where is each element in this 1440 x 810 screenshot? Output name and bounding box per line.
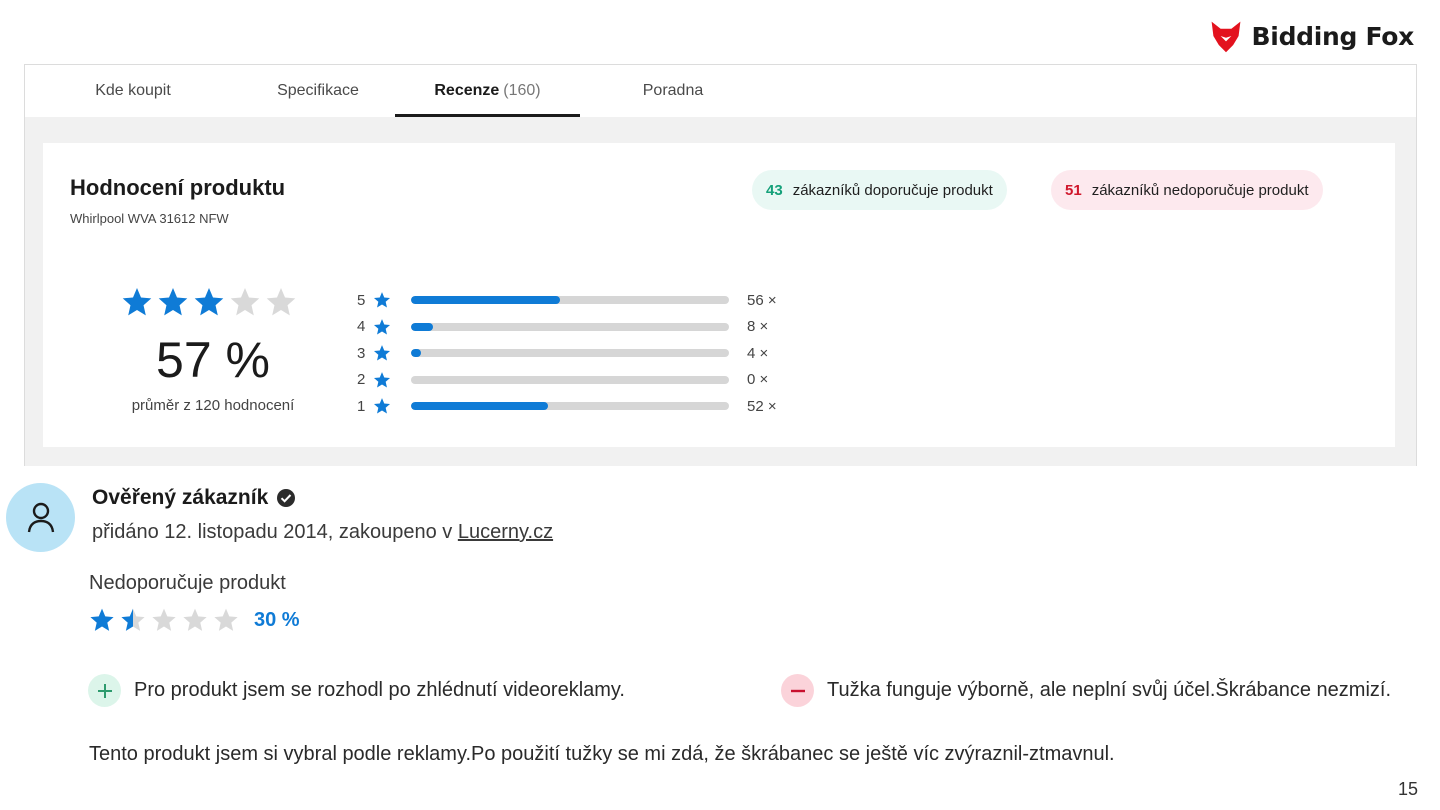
review-pro: Pro produkt jsem se rozhodl po zhlédnutí… <box>88 674 625 707</box>
rating-row-1[interactable]: 1 52 × <box>357 393 777 420</box>
star-filled-icon <box>90 608 114 631</box>
tab-recenze[interactable]: Recenze (160) <box>395 65 580 117</box>
tab-label: Kde koupit <box>95 82 171 99</box>
rating-bar-fill <box>411 349 421 358</box>
rating-bar-track <box>411 375 729 384</box>
star-icon <box>373 292 391 308</box>
review-percent: 30 % <box>254 608 300 631</box>
review-stars <box>89 607 239 633</box>
star-half-icon <box>121 608 145 631</box>
rating-distribution: 5 56 × 4 8 × 3 4 × 2 0 × 1 52 × <box>357 287 777 420</box>
pro-text: Pro produkt jsem se rozhodl po zhlédnutí… <box>134 679 625 701</box>
star-empty-icon <box>183 608 207 631</box>
con-text: Tužka funguje výborně, ale neplní svůj ú… <box>827 679 1392 701</box>
star-icon <box>373 398 391 414</box>
review-body: Tento produkt jsem si vybral podle rekla… <box>89 743 1115 765</box>
rating-row-4[interactable]: 4 8 × <box>357 314 777 341</box>
tab-poradna[interactable]: Poradna <box>580 65 766 117</box>
tab-label: Specifikace <box>277 82 359 99</box>
rating-row-count: 52 × <box>747 397 777 415</box>
rating-bar-fill <box>411 296 561 305</box>
shop-link[interactable]: Lucerny.cz <box>458 521 553 543</box>
star-filled-icon <box>122 288 152 316</box>
overall-percent: 57 % <box>156 332 270 388</box>
product-name: Whirlpool WVA 31612 NFW <box>70 211 229 226</box>
review-author: Ověřený zákazník <box>92 486 296 510</box>
rating-row-count: 56 × <box>747 291 777 309</box>
star-empty-icon <box>266 288 296 316</box>
rating-row-count: 0 × <box>747 371 769 389</box>
rating-row-2[interactable]: 2 0 × <box>357 367 777 394</box>
rating-card: Hodnocení produktu Whirlpool WVA 31612 N… <box>43 143 1395 447</box>
review-verdict: Nedoporučuje produkt <box>89 572 286 594</box>
rating-bar-track <box>411 349 729 358</box>
recommend-count: 43 <box>766 181 783 199</box>
not-recommend-badge: 51 zákazníků nedoporučuje produkt <box>1051 170 1323 210</box>
rating-row-stars: 4 <box>357 318 366 336</box>
average-text: průměr z 120 hodnocení <box>131 397 295 414</box>
verified-check-icon <box>277 489 296 507</box>
fox-icon <box>1211 21 1240 53</box>
review-date: přidáno 12. listopadu 2014, zakoupeno v <box>92 521 458 543</box>
tab-count: (160) <box>503 82 541 99</box>
plus-icon <box>88 674 121 707</box>
star-icon <box>373 318 391 335</box>
tab-bar: Kde koupit Specifikace Recenze (160) Pora… <box>25 65 1416 117</box>
overall-stars <box>121 286 297 318</box>
rating-row-stars: 2 <box>357 371 366 389</box>
rating-row-stars: 5 <box>357 291 366 309</box>
recommend-badge: 43 zákazníků doporučuje produkt <box>752 170 1007 210</box>
star-filled-icon <box>194 288 224 316</box>
rating-row-count: 8 × <box>747 318 769 336</box>
user-icon <box>27 502 54 532</box>
avatar <box>6 483 75 552</box>
not-recommend-text: zákazníků nedoporučuje produkt <box>1091 181 1309 199</box>
star-empty-icon <box>152 608 176 631</box>
rating-bar-track <box>411 296 729 305</box>
recommend-text: zákazníků doporučuje produkt <box>792 181 993 199</box>
rating-row-count: 4 × <box>747 344 769 362</box>
review-rating: 30 % <box>89 607 300 633</box>
rating-title: Hodnocení produktu <box>70 175 286 200</box>
rating-bar-fill <box>411 322 434 331</box>
rating-bar-track <box>411 402 729 411</box>
minus-icon <box>781 674 814 707</box>
rating-row-stars: 1 <box>357 397 366 415</box>
rating-bar-fill <box>411 402 548 411</box>
product-panel: Kde koupit Specifikace Recenze (160) Pora… <box>24 64 1417 466</box>
tab-label: Recenze <box>434 82 500 99</box>
rating-bar-track <box>411 322 729 331</box>
not-recommend-count: 51 <box>1065 181 1082 199</box>
star-icon <box>373 371 391 388</box>
star-empty-icon <box>214 608 238 631</box>
review-meta: přidáno 12. listopadu 2014, zakoupeno v … <box>92 521 553 544</box>
tab-label: Poradna <box>642 82 704 99</box>
review-con: Tužka funguje výborně, ale neplní svůj ú… <box>781 674 1391 707</box>
brand-logo: Bidding Fox <box>1208 18 1414 54</box>
brand-name: Bidding Fox <box>1251 21 1415 51</box>
author-name: Ověřený zákazník <box>92 486 269 509</box>
page-number: 15 <box>1397 779 1418 799</box>
tab-specifikace[interactable]: Specifikace <box>241 65 395 117</box>
rating-row-stars: 3 <box>357 344 366 362</box>
star-icon <box>373 345 391 361</box>
star-filled-icon <box>158 288 188 316</box>
rating-row-3[interactable]: 3 4 × <box>357 340 777 367</box>
rating-row-5[interactable]: 5 56 × <box>357 287 777 314</box>
star-empty-icon <box>230 288 260 316</box>
tab-kde-koupit[interactable]: Kde koupit <box>25 65 241 117</box>
